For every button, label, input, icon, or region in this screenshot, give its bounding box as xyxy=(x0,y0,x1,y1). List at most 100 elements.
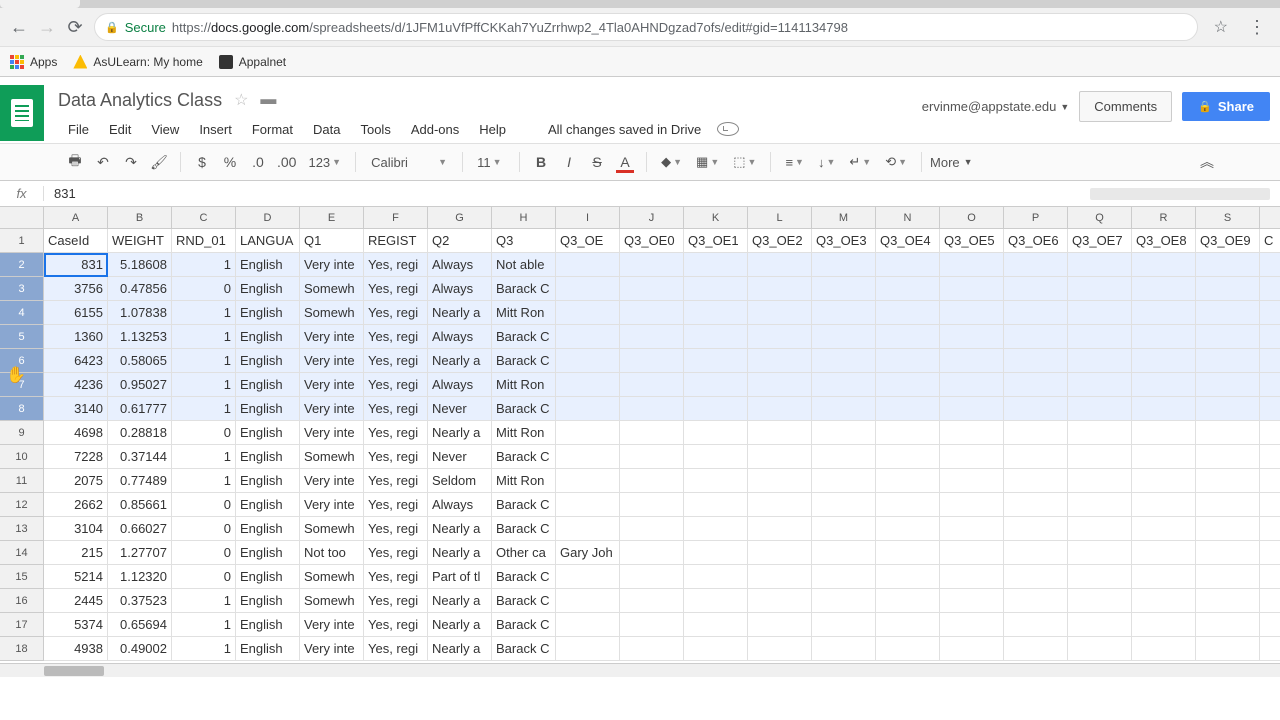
cell[interactable]: 7228 xyxy=(44,445,108,469)
cell[interactable] xyxy=(940,589,1004,613)
cell[interactable] xyxy=(556,637,620,661)
cell[interactable]: Very inte xyxy=(300,373,364,397)
cell[interactable]: 3756 xyxy=(44,277,108,301)
cell[interactable] xyxy=(812,397,876,421)
cell[interactable] xyxy=(556,445,620,469)
cell[interactable]: Somewh xyxy=(300,277,364,301)
cell[interactable] xyxy=(876,541,940,565)
row-header[interactable]: 17 xyxy=(0,613,44,637)
font-family-select[interactable]: Calibri▼ xyxy=(364,154,454,171)
cell[interactable] xyxy=(1196,445,1260,469)
cell[interactable]: Nearly a xyxy=(428,589,492,613)
cell[interactable] xyxy=(1004,589,1068,613)
cell[interactable] xyxy=(748,493,812,517)
cell[interactable]: Barack C xyxy=(492,325,556,349)
cell[interactable]: Very inte xyxy=(300,349,364,373)
cell[interactable] xyxy=(748,253,812,277)
cell[interactable] xyxy=(812,469,876,493)
cell[interactable] xyxy=(1068,493,1132,517)
cell[interactable]: 1 xyxy=(172,349,236,373)
cell[interactable]: English xyxy=(236,637,300,661)
cell[interactable] xyxy=(556,469,620,493)
cell[interactable] xyxy=(1068,637,1132,661)
cell[interactable] xyxy=(1196,277,1260,301)
cell[interactable] xyxy=(812,373,876,397)
number-format-select[interactable]: 123▼ xyxy=(302,155,347,170)
cell[interactable] xyxy=(684,277,748,301)
cell[interactable]: Very inte xyxy=(300,397,364,421)
cell[interactable] xyxy=(812,349,876,373)
cell[interactable]: Barack C xyxy=(492,445,556,469)
cell[interactable] xyxy=(940,301,1004,325)
cell[interactable] xyxy=(1260,565,1280,589)
cell[interactable]: 3140 xyxy=(44,397,108,421)
cell[interactable] xyxy=(1260,277,1280,301)
cell[interactable] xyxy=(748,421,812,445)
reload-icon[interactable]: ⟳ xyxy=(66,18,84,36)
cell[interactable]: Yes, regi xyxy=(364,349,428,373)
menu-format[interactable]: Format xyxy=(242,118,303,141)
cell[interactable] xyxy=(556,517,620,541)
cell[interactable] xyxy=(1260,589,1280,613)
header-cell[interactable]: Q3_OE8 xyxy=(1132,229,1196,253)
cell[interactable] xyxy=(684,613,748,637)
cell[interactable] xyxy=(684,397,748,421)
row-header[interactable]: 15 xyxy=(0,565,44,589)
cell[interactable] xyxy=(684,469,748,493)
cell[interactable] xyxy=(556,589,620,613)
cell[interactable] xyxy=(556,301,620,325)
cell[interactable]: 0.47856 xyxy=(108,277,172,301)
cell[interactable] xyxy=(1196,469,1260,493)
cell[interactable] xyxy=(876,493,940,517)
col-header-M[interactable]: M xyxy=(812,207,876,229)
cell[interactable]: 1 xyxy=(172,589,236,613)
cell[interactable] xyxy=(1196,613,1260,637)
comments-button[interactable]: Comments xyxy=(1079,91,1172,122)
cell[interactable]: 215 xyxy=(44,541,108,565)
cell[interactable] xyxy=(812,421,876,445)
rotate-icon[interactable]: ⟲▼ xyxy=(879,154,913,170)
inc-decimal-icon[interactable]: .00 xyxy=(273,149,300,175)
cell[interactable] xyxy=(1132,277,1196,301)
cell[interactable] xyxy=(620,349,684,373)
cell[interactable]: 1 xyxy=(172,325,236,349)
cell[interactable] xyxy=(1068,445,1132,469)
cell[interactable]: English xyxy=(236,301,300,325)
cell[interactable]: Very inte xyxy=(300,493,364,517)
cell[interactable]: 0 xyxy=(172,277,236,301)
cell[interactable]: 1 xyxy=(172,373,236,397)
cell[interactable]: English xyxy=(236,397,300,421)
star-icon[interactable]: ☆ xyxy=(234,90,248,110)
col-header-O[interactable]: O xyxy=(940,207,1004,229)
cell[interactable] xyxy=(684,349,748,373)
cell[interactable]: Seldom xyxy=(428,469,492,493)
cell[interactable] xyxy=(748,637,812,661)
undo-icon[interactable]: ↶ xyxy=(90,149,116,175)
user-email[interactable]: ervinme@appstate.edu▼ xyxy=(922,99,1070,114)
cell[interactable] xyxy=(1196,301,1260,325)
cell[interactable]: 1 xyxy=(172,397,236,421)
font-size-select[interactable]: 11▼ xyxy=(471,155,511,170)
cell[interactable] xyxy=(812,613,876,637)
cell[interactable] xyxy=(1004,421,1068,445)
cell[interactable] xyxy=(748,469,812,493)
cell[interactable] xyxy=(556,253,620,277)
cell[interactable]: Yes, regi xyxy=(364,325,428,349)
doc-title[interactable]: Data Analytics Class xyxy=(58,90,222,111)
cell[interactable] xyxy=(812,541,876,565)
cell[interactable] xyxy=(684,253,748,277)
cell[interactable] xyxy=(1132,421,1196,445)
cell[interactable] xyxy=(940,613,1004,637)
cell[interactable] xyxy=(940,493,1004,517)
cell[interactable]: Always xyxy=(428,253,492,277)
cell[interactable]: Barack C xyxy=(492,349,556,373)
cell[interactable] xyxy=(1068,253,1132,277)
cell[interactable]: 0.37523 xyxy=(108,589,172,613)
bookmark-appalnet[interactable]: Appalnet xyxy=(219,55,286,69)
cell[interactable] xyxy=(1004,325,1068,349)
cell[interactable] xyxy=(684,637,748,661)
cell[interactable]: 0.61777 xyxy=(108,397,172,421)
horizontal-scrollbar[interactable] xyxy=(0,663,1280,677)
cell[interactable] xyxy=(1260,469,1280,493)
cell[interactable]: Always xyxy=(428,373,492,397)
